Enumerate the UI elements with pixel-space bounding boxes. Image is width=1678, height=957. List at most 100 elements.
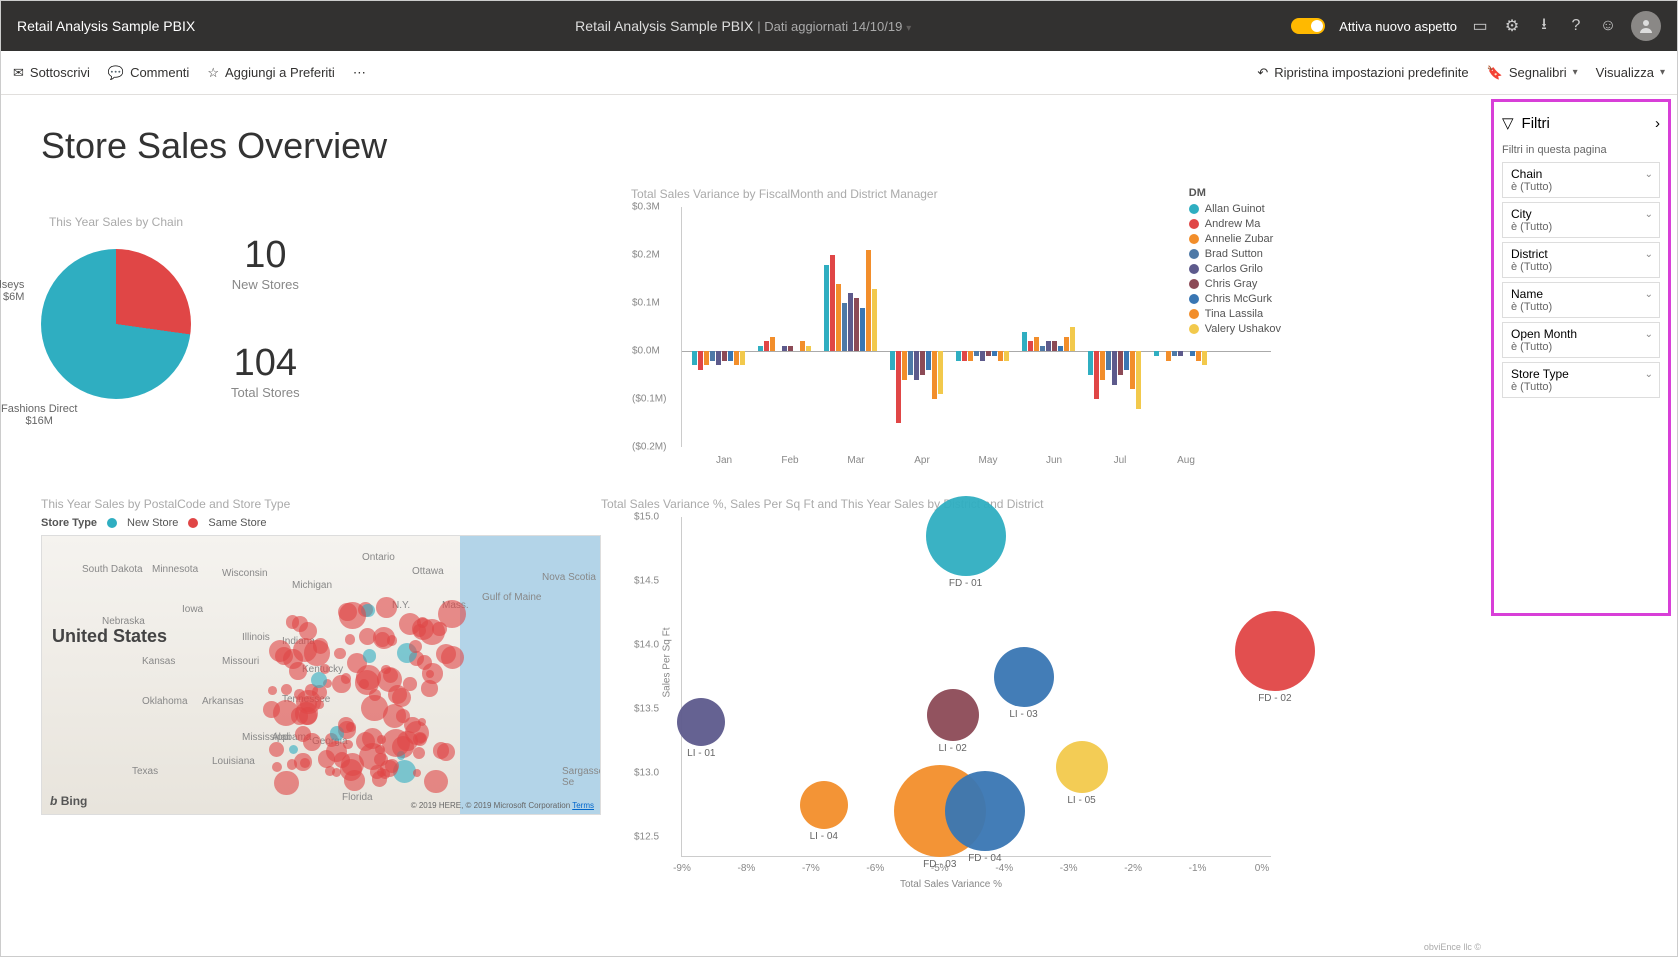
map-store-dot[interactable] [344,770,365,791]
bar[interactable] [938,351,943,394]
scatter-bubble[interactable] [994,647,1054,707]
gear-icon[interactable]: ⚙ [1503,17,1521,35]
bar[interactable] [872,289,877,351]
kpi-total-stores[interactable]: 104 Total Stores [231,342,300,400]
bar[interactable] [1022,332,1027,351]
download-icon[interactable]: ⭳ [1535,17,1553,35]
help-icon[interactable]: ? [1567,17,1585,35]
bar[interactable] [992,351,997,356]
legend-item[interactable]: Tina Lassila [1189,308,1281,320]
bar[interactable] [698,351,703,370]
map-store-dot[interactable] [268,686,277,695]
subscribe-button[interactable]: ✉ Sottoscrivi [13,65,90,81]
bar[interactable] [890,351,895,370]
scatter-bubble[interactable] [800,781,848,829]
bar[interactable] [1112,351,1117,385]
map-store-dot[interactable] [437,743,455,761]
bar[interactable] [1166,351,1171,361]
bar[interactable] [1088,351,1093,375]
filters-header[interactable]: ▽ Filtri › [1502,110,1660,140]
kpi-new-stores[interactable]: 10 New Stores [231,234,300,292]
bar[interactable] [1094,351,1099,399]
legend-item[interactable]: Annelie Zubar [1189,233,1281,245]
map-store-dot[interactable] [424,770,447,793]
new-look-toggle[interactable] [1291,18,1325,34]
bar[interactable] [764,341,769,351]
bar[interactable] [920,351,925,375]
scatter-bubble[interactable] [945,771,1025,851]
map-store-dot[interactable] [303,733,321,751]
bar[interactable] [722,351,727,361]
bar[interactable] [1118,351,1123,375]
bar[interactable] [1154,351,1159,356]
map-canvas[interactable]: United States b Bing © 2019 HERE, © 2019… [41,535,601,815]
map-store-dot[interactable] [396,709,410,723]
legend-item[interactable]: Brad Sutton [1189,248,1281,260]
filter-card-open-month[interactable]: Open Monthè (Tutto)⌄ [1502,322,1660,358]
map-store-dot[interactable] [422,663,443,684]
chevron-down-icon[interactable]: ▾ [906,23,911,34]
bar[interactable] [980,351,985,361]
map-store-dot[interactable] [413,769,422,778]
bar[interactable] [1178,351,1183,356]
bar[interactable] [1100,351,1105,380]
bar[interactable] [866,250,871,351]
scatter-bubble[interactable] [1056,741,1108,793]
map-store-dot[interactable] [299,622,317,640]
legend-item[interactable]: Valery Ushakov [1189,323,1281,335]
map-store-dot[interactable] [432,622,447,637]
bar[interactable] [716,351,721,365]
pie-chart[interactable]: Lindseys $6M Fashions Direct $16M [41,249,191,399]
bar[interactable] [908,351,913,375]
bar[interactable] [956,351,961,361]
bar[interactable] [842,303,847,351]
bar[interactable] [1130,351,1135,389]
map-store-dot[interactable] [377,667,402,692]
bar-chart-visual[interactable]: Total Sales Variance by FiscalMonth and … [631,187,1271,447]
bar[interactable] [1196,351,1201,361]
bar[interactable] [896,351,901,423]
bar[interactable] [734,351,739,365]
map-store-dot[interactable] [339,602,365,628]
map-store-dot[interactable] [274,771,298,795]
bar[interactable] [974,351,979,356]
filter-card-name[interactable]: Nameè (Tutto)⌄ [1502,282,1660,318]
bar[interactable] [1202,351,1207,365]
map-store-dot[interactable] [436,644,456,664]
bar[interactable] [806,346,811,351]
bar[interactable] [728,351,733,361]
bar[interactable] [770,337,775,351]
bar[interactable] [1064,337,1069,351]
map-store-dot[interactable] [343,740,352,749]
bar[interactable] [1052,341,1057,351]
bar[interactable] [800,341,805,351]
filter-card-city[interactable]: Cityè (Tutto)⌄ [1502,202,1660,238]
comments-button[interactable]: 💬 Commenti [108,65,189,81]
map-store-dot[interactable] [295,702,318,725]
legend-item[interactable]: Carlos Grilo [1189,263,1281,275]
bar[interactable] [836,284,841,351]
bar[interactable] [1028,341,1033,351]
filter-card-district[interactable]: Districtè (Tutto)⌄ [1502,242,1660,278]
map-store-dot[interactable] [334,648,345,659]
map-store-dot[interactable] [375,745,385,755]
bar[interactable] [1070,327,1075,351]
bar[interactable] [1034,337,1039,351]
map-store-dot[interactable] [376,597,397,618]
feedback-icon[interactable]: ☺ [1599,17,1617,35]
bar[interactable] [1040,346,1045,351]
bar[interactable] [788,346,793,351]
bar[interactable] [926,351,931,370]
map-store-dot[interactable] [294,753,312,771]
user-avatar[interactable] [1631,11,1661,41]
favorite-button[interactable]: ☆ Aggiungi a Preferiti [207,65,335,81]
scatter-bubble[interactable] [677,698,725,746]
bar[interactable] [1172,351,1177,356]
map-store-dot[interactable] [304,640,329,665]
filter-card-chain[interactable]: Chainè (Tutto)⌄ [1502,162,1660,198]
map-store-dot[interactable] [289,745,298,754]
bar[interactable] [854,298,859,351]
more-button[interactable]: ⋯ [353,65,366,81]
bar[interactable] [740,351,745,365]
map-store-dot[interactable] [341,673,352,684]
